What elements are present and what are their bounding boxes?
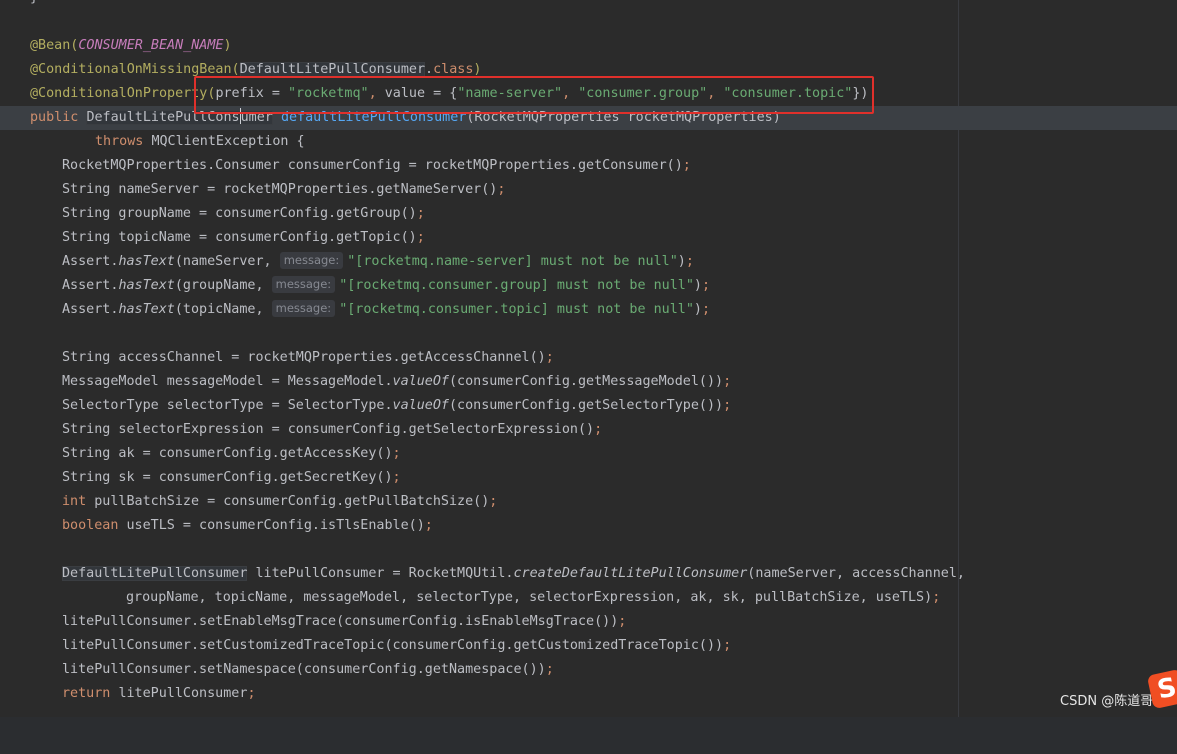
code-line-empty[interactable] — [0, 322, 1177, 346]
code-editor[interactable]: } @Bean(CONSUMER_BEAN_NAME) @Conditional… — [0, 0, 1177, 717]
code-line[interactable]: Assert.hasText(groupName, message: "[rock… — [0, 274, 1177, 298]
code-line[interactable]: @Bean(CONSUMER_BEAN_NAME) — [0, 34, 1177, 58]
closing-brace: } — [30, 0, 38, 10]
code-line[interactable]: boolean useTLS = consumerConfig.isTlsEna… — [0, 514, 1177, 538]
code-line[interactable]: } — [0, 0, 1177, 10]
parameter-hint: message: — [271, 300, 336, 317]
code-line[interactable]: String groupName = consumerConfig.getGro… — [0, 202, 1177, 226]
parameter-hint: message: — [279, 252, 344, 269]
code-line[interactable]: String nameServer = rocketMQProperties.g… — [0, 178, 1177, 202]
code-line[interactable]: String accessChannel = rocketMQPropertie… — [0, 346, 1177, 370]
code-line[interactable]: litePullConsumer.setNamespace(consumerCo… — [0, 658, 1177, 682]
bean-annotation: @Bean(CONSUMER_BEAN_NAME) — [30, 38, 232, 53]
code-line[interactable]: groupName, topicName, messageModel, sele… — [0, 586, 1177, 610]
code-line[interactable]: return litePullConsumer; — [0, 682, 1177, 706]
code-line[interactable]: litePullConsumer.setCustomizedTraceTopic… — [0, 634, 1177, 658]
code-line[interactable]: MessageModel messageModel = MessageModel… — [0, 370, 1177, 394]
code-line[interactable]: String ak = consumerConfig.getAccessKey(… — [0, 442, 1177, 466]
code-line[interactable]: Assert.hasText(topicName, message: "[rock… — [0, 298, 1177, 322]
code-line[interactable]: SelectorType selectorType = SelectorType… — [0, 394, 1177, 418]
parameter-hint: message: — [271, 276, 336, 293]
code-line[interactable]: String selectorExpression = consumerConf… — [0, 418, 1177, 442]
highlight-annotation-box — [194, 76, 874, 114]
code-line[interactable]: int pullBatchSize = consumerConfig.getPu… — [0, 490, 1177, 514]
code-line-empty[interactable] — [0, 10, 1177, 34]
csdn-watermark: CSDN @陈道哥 — [1060, 694, 1154, 709]
code-line[interactable]: DefaultLitePullConsumer litePullConsumer… — [0, 562, 1177, 586]
code-line[interactable]: throws MQClientException { — [0, 130, 1177, 154]
code-line[interactable]: String sk = consumerConfig.getSecretKey(… — [0, 466, 1177, 490]
code-line[interactable]: RocketMQProperties.Consumer consumerConf… — [0, 154, 1177, 178]
code-line[interactable]: litePullConsumer.setEnableMsgTrace(consu… — [0, 610, 1177, 634]
throws-clause: throws MQClientException { — [95, 134, 305, 149]
code-line-empty[interactable] — [0, 538, 1177, 562]
code-line[interactable]: Assert.hasText(nameServer, message: "[roc… — [0, 250, 1177, 274]
code-line[interactable]: String topicName = consumerConfig.getTop… — [0, 226, 1177, 250]
